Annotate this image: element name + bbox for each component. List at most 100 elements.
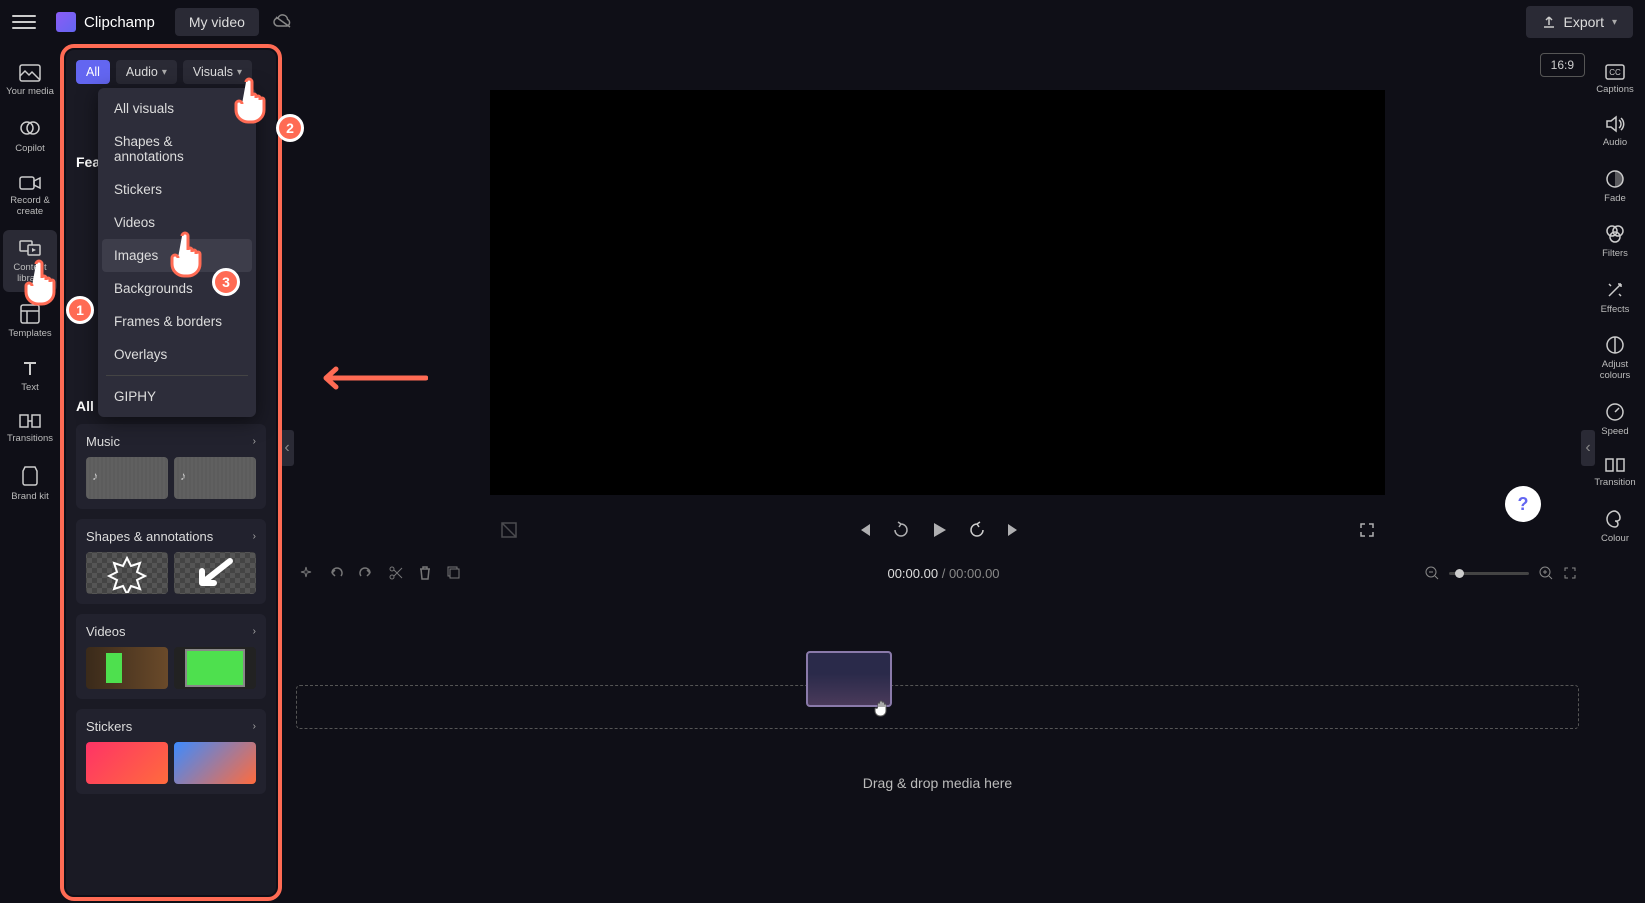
menu-button[interactable]	[12, 10, 36, 34]
prop-speed[interactable]: Speed	[1588, 394, 1642, 445]
sticker-thumb[interactable]	[174, 742, 256, 784]
timecode-display: 00:00.00 / 00:00.00	[887, 566, 999, 581]
zoom-out-icon[interactable]	[1425, 566, 1439, 580]
speed-icon	[1605, 402, 1625, 422]
prop-filters[interactable]: Filters	[1588, 216, 1642, 267]
brandkit-icon	[21, 465, 39, 487]
music-thumb[interactable]	[174, 457, 256, 499]
timeline[interactable]: Drag & drop media here	[290, 595, 1585, 903]
timecode-current: 00:00.00	[887, 566, 938, 581]
forward-icon[interactable]	[968, 521, 986, 539]
copy-icon[interactable]	[446, 565, 462, 581]
nav-transitions[interactable]: Transitions	[3, 405, 57, 452]
media-icon	[19, 64, 41, 82]
category-title: Music	[86, 434, 120, 449]
skip-back-icon[interactable]	[856, 522, 872, 538]
collapse-left-button[interactable]: ‹	[280, 430, 294, 466]
chevron-right-icon: ›	[253, 626, 256, 637]
clipchamp-logo-icon	[56, 12, 76, 32]
redo-icon[interactable]	[358, 565, 374, 581]
prop-label: Audio	[1603, 137, 1627, 148]
prop-label: Fade	[1604, 193, 1626, 204]
dropdown-item-stickers[interactable]: Stickers	[98, 173, 256, 206]
aspect-ratio-badge[interactable]: 16:9	[1540, 53, 1585, 77]
nav-record-create[interactable]: Record & create	[3, 167, 57, 226]
nav-label: Transitions	[7, 433, 53, 444]
category-title: Videos	[86, 624, 126, 639]
sticker-thumb[interactable]	[86, 742, 168, 784]
category-stickers[interactable]: Stickers ›	[76, 709, 266, 794]
prop-label: Adjust colours	[1590, 359, 1640, 382]
chevron-down-icon: ▾	[162, 67, 167, 78]
dropdown-divider	[106, 375, 248, 376]
timeline-drop-zone[interactable]	[296, 685, 1579, 729]
nav-label: Your media	[6, 86, 54, 97]
app-name: Clipchamp	[84, 14, 155, 31]
copilot-icon	[19, 117, 41, 139]
prop-transition[interactable]: Transition	[1588, 449, 1642, 496]
grab-cursor-icon	[872, 697, 894, 719]
collapse-right-button[interactable]: ‹	[1581, 430, 1595, 466]
dropdown-item-overlays[interactable]: Overlays	[98, 338, 256, 371]
video-thumb[interactable]	[174, 647, 256, 689]
video-thumb[interactable]	[86, 647, 168, 689]
fade-icon	[1605, 169, 1625, 189]
prop-colour[interactable]: Colour	[1588, 501, 1642, 552]
nav-your-media[interactable]: Your media	[3, 56, 57, 105]
annotation-pointer-3: 3	[160, 228, 216, 284]
crop-icon[interactable]	[500, 521, 518, 539]
annotation-badge: 3	[212, 268, 240, 296]
nav-copilot[interactable]: Copilot	[3, 109, 57, 162]
zoom-fit-icon[interactable]	[1563, 566, 1577, 580]
nav-label: Record & create	[5, 195, 55, 218]
cloud-sync-icon[interactable]	[273, 14, 293, 30]
filter-tab-audio[interactable]: Audio ▾	[116, 60, 177, 84]
category-videos[interactable]: Videos ›	[76, 614, 266, 699]
annotation-badge: 1	[66, 296, 94, 324]
prop-adjust-colours[interactable]: Adjust colours	[1588, 327, 1642, 390]
main-editor-area: 16:9 ‹ ‹ 00:00.00 / 00:00.00	[290, 50, 1585, 903]
sparkle-icon[interactable]	[298, 565, 314, 581]
dropdown-item-giphy[interactable]: GIPHY	[98, 380, 256, 413]
prop-effects[interactable]: Effects	[1588, 272, 1642, 323]
prop-captions[interactable]: CC Captions	[1588, 56, 1642, 103]
prop-audio[interactable]: Audio	[1588, 107, 1642, 156]
shape-thumb[interactable]	[174, 552, 256, 594]
nav-brand-kit[interactable]: Brand kit	[3, 457, 57, 510]
prop-label: Transition	[1594, 477, 1635, 488]
nav-text[interactable]: Text	[3, 352, 57, 401]
zoom-controls	[1425, 566, 1577, 580]
help-button[interactable]: ?	[1505, 486, 1541, 522]
app-logo[interactable]: Clipchamp	[56, 12, 155, 32]
scissors-icon[interactable]	[388, 565, 404, 581]
audio-icon	[1605, 115, 1625, 133]
play-icon[interactable]	[930, 521, 948, 539]
dropdown-item-frames[interactable]: Frames & borders	[98, 305, 256, 338]
left-sidebar: Your media Copilot Record & create Conte…	[0, 44, 60, 903]
filter-tab-all[interactable]: All	[76, 60, 110, 84]
dropdown-item-shapes[interactable]: Shapes & annotations	[98, 125, 256, 173]
fullscreen-icon[interactable]	[1359, 522, 1375, 538]
video-preview[interactable]	[490, 90, 1385, 495]
upload-icon	[1542, 15, 1556, 29]
trash-icon[interactable]	[418, 565, 432, 581]
rewind-icon[interactable]	[892, 521, 910, 539]
undo-icon[interactable]	[328, 565, 344, 581]
category-shapes[interactable]: Shapes & annotations ›	[76, 519, 266, 604]
prop-fade[interactable]: Fade	[1588, 161, 1642, 212]
chevron-down-icon: ▾	[1612, 17, 1617, 28]
shape-thumb[interactable]	[86, 552, 168, 594]
video-title-chip[interactable]: My video	[175, 8, 259, 36]
music-thumb[interactable]	[86, 457, 168, 499]
skip-forward-icon[interactable]	[1006, 522, 1022, 538]
arrow-shape-icon	[190, 553, 240, 593]
nav-label: Templates	[8, 328, 51, 339]
zoom-in-icon[interactable]	[1539, 566, 1553, 580]
category-music[interactable]: Music ›	[76, 424, 266, 509]
export-button[interactable]: Export ▾	[1526, 6, 1634, 38]
drop-zone-text: Drag & drop media here	[290, 775, 1585, 791]
nav-label: Text	[21, 382, 38, 393]
prop-label: Effects	[1601, 304, 1630, 315]
zoom-slider[interactable]	[1449, 572, 1529, 575]
filters-icon	[1605, 224, 1625, 244]
